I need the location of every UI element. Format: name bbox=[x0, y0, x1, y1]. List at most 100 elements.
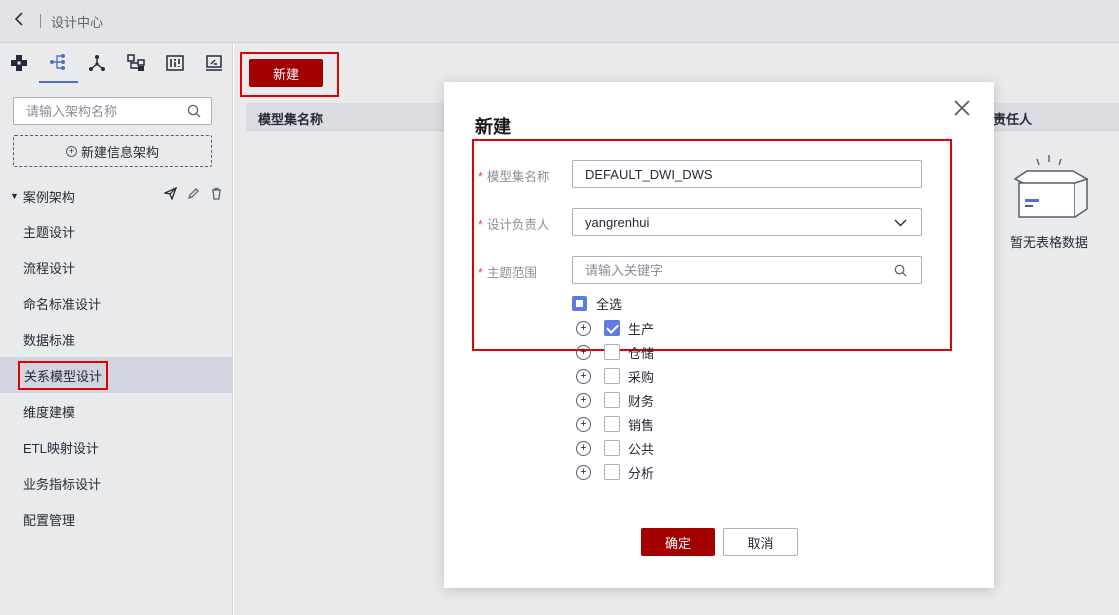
design-owner-select[interactable]: yangrenhui bbox=[572, 208, 922, 236]
sidebar-item-label: 主题设计 bbox=[23, 224, 76, 240]
sidebar-item-process-design[interactable]: 流程设计 bbox=[0, 249, 232, 285]
flow-node-icon bbox=[127, 54, 145, 71]
architecture-tree-root[interactable]: ▼ 案例架构 bbox=[10, 187, 223, 205]
new-info-architecture-button[interactable]: + 新建信息架构 bbox=[13, 135, 212, 167]
tab-grid-network[interactable] bbox=[0, 43, 39, 83]
column-header-owner[interactable]: 责任人 bbox=[993, 109, 1032, 128]
subject-label: 采购 bbox=[628, 369, 655, 385]
sidebar-item-label: 维度建模 bbox=[23, 404, 76, 420]
design-owner-label: 设计负责人 bbox=[486, 218, 550, 232]
subject-label: 财务 bbox=[628, 393, 655, 409]
subject-scope-label: 主题范围 bbox=[486, 266, 537, 280]
model-set-name-input[interactable] bbox=[585, 166, 885, 182]
sidebar-nav: 主题设计 流程设计 命名标准设计 数据标准 关系模型设计 维度建模 ETL映射设… bbox=[0, 213, 232, 537]
tab-monitor[interactable] bbox=[194, 43, 233, 83]
cancel-button[interactable]: 取消 bbox=[723, 528, 798, 556]
hierarchy-icon bbox=[89, 55, 106, 71]
subject-tree: + 生产 + 仓储 + 采购 + 财务 + 销售 + 公共 + 分析 bbox=[576, 316, 654, 484]
tab-tree-branch[interactable] bbox=[38, 43, 78, 83]
design-owner-field: * 设计负责人 yangrenhui bbox=[478, 208, 938, 236]
empty-table-text: 暂无表格数据 bbox=[1009, 235, 1088, 250]
subject-label: 公共 bbox=[628, 441, 655, 457]
checkbox[interactable] bbox=[604, 344, 620, 360]
sidebar-item-relational-model[interactable]: 关系模型设计 bbox=[0, 357, 232, 393]
architecture-search bbox=[13, 97, 212, 125]
sidebar-item-naming-standard[interactable]: 命名标准设计 bbox=[0, 285, 232, 321]
empty-state: 暂无表格数据 bbox=[1004, 151, 1094, 251]
checkbox[interactable] bbox=[604, 368, 620, 384]
new-model-set-dialog: 新建 *模型集名称 *设计负责人 yangrenhui *主题范围 全选 + 生产… bbox=[444, 82, 994, 588]
select-all-checkbox[interactable]: 全选 bbox=[572, 294, 622, 313]
expand-plus-icon[interactable]: + bbox=[576, 464, 591, 480]
subject-tree-node: + 分析 bbox=[576, 460, 654, 484]
publish-icon[interactable] bbox=[164, 187, 177, 200]
edit-icon[interactable] bbox=[187, 187, 200, 200]
dialog-title: 新建 bbox=[475, 117, 511, 137]
sidebar-item-business-metrics[interactable]: 业务指标设计 bbox=[0, 465, 232, 501]
confirm-button[interactable]: 确定 bbox=[641, 528, 715, 556]
subject-tree-node: + 采购 bbox=[576, 364, 654, 388]
sidebar-item-label: 业务指标设计 bbox=[23, 476, 102, 492]
new-model-set-button[interactable]: 新建 bbox=[249, 59, 323, 87]
delete-icon[interactable] bbox=[210, 187, 223, 200]
subject-tree-node: + 销售 bbox=[576, 412, 654, 436]
tree-branch-icon bbox=[50, 54, 66, 70]
new-info-architecture-label: 新建信息架构 bbox=[80, 144, 159, 160]
expand-plus-icon[interactable]: + bbox=[576, 392, 591, 408]
metric-board-icon bbox=[165, 55, 184, 71]
sidebar-item-label: 数据标准 bbox=[23, 332, 76, 348]
select-all-label: 全选 bbox=[596, 297, 623, 312]
sidebar-item-subject-design[interactable]: 主题设计 bbox=[0, 213, 232, 249]
sidebar-icon-tabs bbox=[0, 43, 233, 83]
design-owner-value: yangrenhui bbox=[585, 214, 650, 230]
divider bbox=[40, 14, 41, 28]
checkbox[interactable] bbox=[604, 416, 620, 432]
sidebar-item-etl-mapping[interactable]: ETL映射设计 bbox=[0, 429, 232, 465]
architecture-search-input[interactable] bbox=[26, 103, 186, 119]
subject-scope-field: * 主题范围 bbox=[478, 256, 938, 284]
sidebar-item-label: 配置管理 bbox=[23, 512, 76, 528]
expand-plus-icon[interactable]: + bbox=[576, 344, 591, 360]
checkbox[interactable] bbox=[604, 464, 620, 480]
monitor-icon bbox=[205, 55, 222, 71]
plus-circle-icon: + bbox=[65, 145, 77, 157]
chevron-left-icon[interactable] bbox=[14, 12, 28, 30]
chevron-down-icon[interactable] bbox=[894, 216, 907, 229]
subject-scope-search-input[interactable] bbox=[585, 262, 885, 278]
tab-flow-node[interactable] bbox=[116, 43, 155, 83]
expand-plus-icon[interactable]: + bbox=[576, 320, 591, 336]
sidebar-item-label: 命名标准设计 bbox=[23, 296, 102, 312]
model-set-name-field: * 模型集名称 bbox=[478, 160, 938, 188]
subject-label: 销售 bbox=[628, 417, 655, 433]
expand-plus-icon[interactable]: + bbox=[576, 416, 591, 432]
grid-network-icon bbox=[11, 55, 28, 71]
column-header-model-set-name[interactable]: 模型集名称 bbox=[258, 109, 323, 128]
subject-tree-node: + 生产 bbox=[576, 316, 654, 340]
subject-tree-node: + 公共 bbox=[576, 436, 654, 460]
subject-label: 分析 bbox=[628, 465, 655, 481]
tab-metric-board[interactable] bbox=[155, 43, 194, 83]
indeterminate-checkbox-icon[interactable] bbox=[572, 296, 587, 311]
sidebar-item-config-management[interactable]: 配置管理 bbox=[0, 501, 232, 537]
subject-label: 仓储 bbox=[628, 345, 655, 361]
sidebar: + 新建信息架构 ▼ 案例架构 主题设计 流程设计 命名标准设计 数据标准 关系… bbox=[0, 43, 233, 615]
top-bar: 设计中心 bbox=[0, 0, 1119, 43]
checkbox-checked[interactable] bbox=[604, 320, 620, 336]
tab-hierarchy[interactable] bbox=[78, 43, 117, 83]
subject-tree-node: + 仓储 bbox=[576, 340, 654, 364]
sidebar-item-label: 流程设计 bbox=[23, 260, 76, 276]
search-icon[interactable] bbox=[894, 264, 907, 277]
search-icon[interactable] bbox=[187, 104, 201, 118]
subject-tree-node: + 财务 bbox=[576, 388, 654, 412]
checkbox[interactable] bbox=[604, 440, 620, 456]
expand-plus-icon[interactable]: + bbox=[576, 368, 591, 384]
model-set-name-label: 模型集名称 bbox=[486, 170, 550, 184]
breadcrumb[interactable]: 设计中心 bbox=[51, 12, 103, 31]
sidebar-item-data-standard[interactable]: 数据标准 bbox=[0, 321, 232, 357]
sidebar-item-dimensional-modeling[interactable]: 维度建模 bbox=[0, 393, 232, 429]
caret-down-icon[interactable]: ▼ bbox=[10, 191, 19, 201]
empty-box-icon bbox=[1013, 155, 1089, 218]
close-icon[interactable] bbox=[952, 98, 972, 118]
checkbox[interactable] bbox=[604, 392, 620, 408]
expand-plus-icon[interactable]: + bbox=[576, 440, 591, 456]
